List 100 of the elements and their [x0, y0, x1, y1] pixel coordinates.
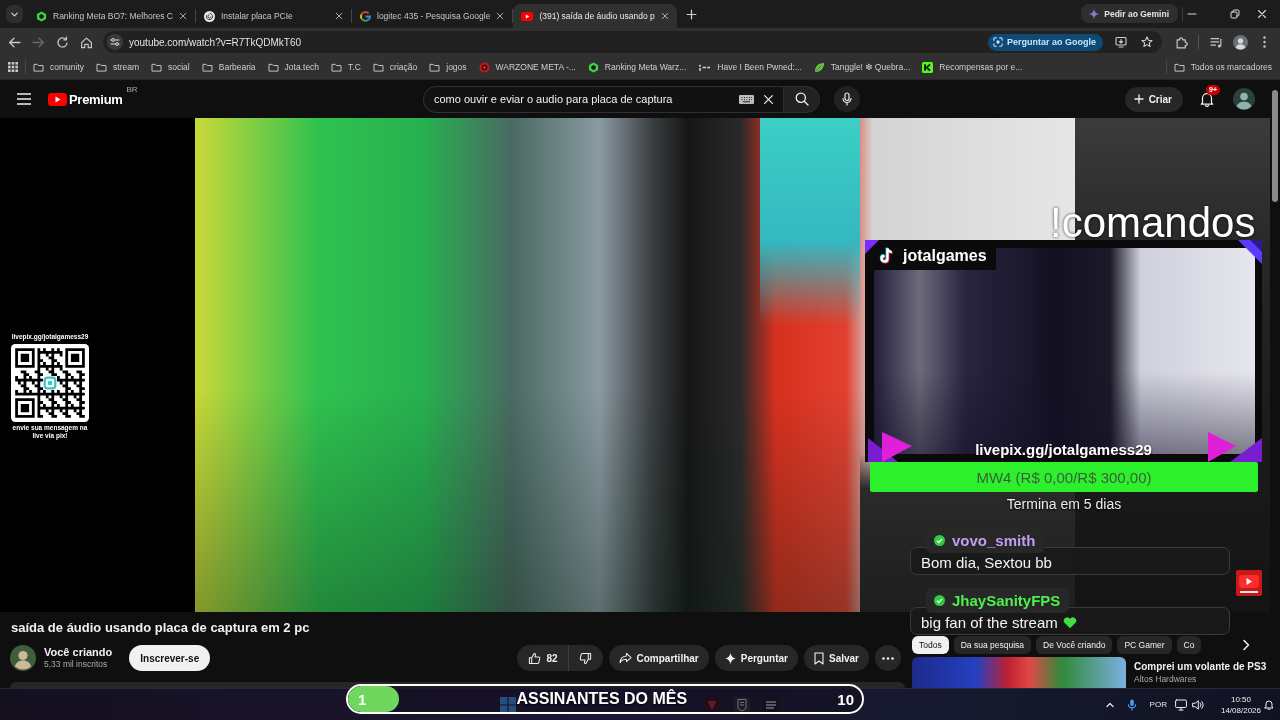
- share-arrow-icon: [618, 652, 632, 664]
- more-actions-button[interactable]: [875, 645, 901, 671]
- microphone-icon[interactable]: [1126, 698, 1137, 711]
- bookmark-item[interactable]: Have I Been Pwned:...: [692, 57, 808, 77]
- ask-google-button[interactable]: Perguntar ao Google: [988, 33, 1103, 51]
- dislike-button[interactable]: [567, 645, 603, 671]
- target-icon: [478, 61, 490, 73]
- corner-triangle-icon: [865, 240, 879, 254]
- media-list-icon[interactable]: [1209, 35, 1223, 49]
- voice-search-button[interactable]: [834, 86, 860, 112]
- restore-icon[interactable]: [1230, 9, 1240, 19]
- hexagon-logo-icon: [587, 61, 599, 73]
- menu-icon[interactable]: [17, 93, 31, 105]
- chat-username: JhaySanityFPS: [952, 592, 1061, 609]
- bookmark-folder[interactable]: stream: [90, 57, 145, 77]
- subscribe-button[interactable]: Inscrever-se: [129, 645, 211, 671]
- filter-chip[interactable]: Da sua pesquisa: [953, 636, 1031, 654]
- g-logo-icon: [360, 10, 371, 22]
- clock-time[interactable]: 10:50: [1230, 693, 1251, 705]
- star-icon[interactable]: [1141, 36, 1153, 48]
- goal-target-count: 10: [837, 690, 854, 708]
- bookmark-item[interactable]: Ranking Meta Warz...: [581, 57, 693, 77]
- microphone-icon: [842, 92, 852, 106]
- like-button[interactable]: 82: [517, 645, 568, 671]
- address-bar[interactable]: youtube.com/watch?v=R7TkQDMkT60 Perguntar ao Google: [103, 31, 1162, 53]
- browser-tab[interactable]: logitec 435 - Pesquisa Google: [352, 4, 513, 28]
- description-panel[interactable]: [10, 682, 905, 688]
- close-icon[interactable]: [660, 12, 669, 20]
- apps-grid-icon[interactable]: [8, 62, 18, 72]
- filter-chip[interactable]: Todos: [912, 636, 949, 654]
- channel-name[interactable]: Você criando: [44, 646, 113, 659]
- bookmark-folder[interactable]: Barbearia: [195, 57, 262, 77]
- sparkle-icon: [724, 652, 736, 664]
- video-title: saída de áudio usando placa de captura em 2 pc: [11, 620, 310, 636]
- bookmark-folder[interactable]: social: [145, 57, 196, 77]
- input-language[interactable]: POR: [1149, 700, 1167, 709]
- close-icon[interactable]: [179, 12, 187, 20]
- ask-button[interactable]: Perguntar: [714, 645, 798, 671]
- ask-gemini-button[interactable]: Pedir ao Gemini: [1081, 4, 1178, 23]
- video-thumbnail[interactable]: [912, 657, 1126, 688]
- folder-icon: [96, 62, 107, 72]
- thumbs-down-icon: [578, 651, 592, 665]
- recommended-video-title[interactable]: Comprei um volante de PS3: [1134, 660, 1267, 673]
- lens-icon: [993, 37, 1003, 47]
- share-button[interactable]: Compartilhar: [608, 645, 709, 671]
- create-button[interactable]: Criar: [1124, 86, 1183, 112]
- close-icon[interactable]: [496, 12, 505, 20]
- browser-tab[interactable]: Instalar placa PCIe: [196, 4, 351, 28]
- goal-title: ASSINANTES DO MÊS: [516, 690, 688, 708]
- filter-chip[interactable]: De Você criando: [1036, 636, 1113, 654]
- bell-icon[interactable]: [1199, 91, 1215, 107]
- browser-tab[interactable]: (391) saída de áudio usando p: [513, 4, 677, 28]
- triangle-app-icon[interactable]: [704, 696, 720, 713]
- bookmark-item[interactable]: WARZONE META -...: [472, 57, 582, 77]
- tab-search-button[interactable]: [6, 5, 23, 23]
- channel-avatar[interactable]: [10, 645, 36, 671]
- logo-wordmark[interactable]: Premium: [69, 91, 123, 107]
- folder-icon: [151, 62, 162, 72]
- reload-icon[interactable]: [55, 35, 69, 49]
- windows-logo-icon[interactable]: [500, 696, 516, 713]
- speaker-icon[interactable]: [1191, 698, 1204, 711]
- keyboard-icon[interactable]: [739, 94, 754, 104]
- profile-avatar[interactable]: [1233, 88, 1255, 110]
- bookmark-folder[interactable]: comunity: [27, 57, 90, 77]
- chevron-right-icon[interactable]: [1242, 639, 1250, 651]
- search-field[interactable]: como ouvir e eviar o audio para placa de captura: [423, 85, 783, 113]
- bookmark-item[interactable]: Recompensas por e...: [916, 57, 1029, 77]
- bookmark-folder[interactable]: criação: [366, 57, 424, 77]
- filter-chip[interactable]: PC Gamer: [1117, 636, 1172, 654]
- save-button[interactable]: Salvar: [803, 645, 869, 671]
- clear-icon[interactable]: [763, 93, 774, 105]
- hexagon-logo-icon: [36, 10, 47, 22]
- filter-chip[interactable]: Co: [1176, 636, 1202, 654]
- puzzle-icon[interactable]: [1174, 35, 1188, 49]
- plus-icon[interactable]: [685, 9, 697, 20]
- profile-avatar[interactable]: [1232, 34, 1248, 50]
- bookmark-folder[interactable]: T.C: [325, 57, 367, 77]
- search-button[interactable]: [783, 85, 820, 113]
- browser-tab[interactable]: Ranking Meta BO7: Melhores C: [28, 4, 195, 28]
- menu-dots-icon[interactable]: [1262, 36, 1266, 48]
- monitor-icon[interactable]: [1174, 698, 1187, 711]
- play-logo-icon[interactable]: [48, 92, 67, 106]
- site-settings-icon[interactable]: [107, 34, 123, 50]
- close-icon[interactable]: [1257, 9, 1267, 19]
- bell-icon[interactable]: [1264, 699, 1274, 710]
- bookmark-folder[interactable]: jogos: [423, 57, 473, 77]
- shield-tile-icon[interactable]: [734, 696, 750, 713]
- clock-date[interactable]: 14/08/2026: [1220, 704, 1261, 716]
- back-icon[interactable]: [7, 35, 21, 49]
- chat-username: vovo_smith: [952, 532, 1036, 549]
- bookmark-folder[interactable]: Jota.tech: [261, 57, 326, 77]
- sparkle-icon: [1089, 8, 1100, 19]
- folder-icon: [331, 62, 343, 72]
- close-icon[interactable]: [335, 12, 343, 20]
- install-icon[interactable]: [1115, 36, 1127, 48]
- bookmark-item[interactable]: Tanggle! ❇ Quebra...: [807, 57, 917, 77]
- striped-tile-icon[interactable]: [763, 696, 779, 713]
- home-icon[interactable]: [79, 35, 93, 49]
- scrollbar-thumb[interactable]: [1272, 90, 1278, 202]
- bookmark-folder[interactable]: Todos os marcadores: [1167, 57, 1278, 77]
